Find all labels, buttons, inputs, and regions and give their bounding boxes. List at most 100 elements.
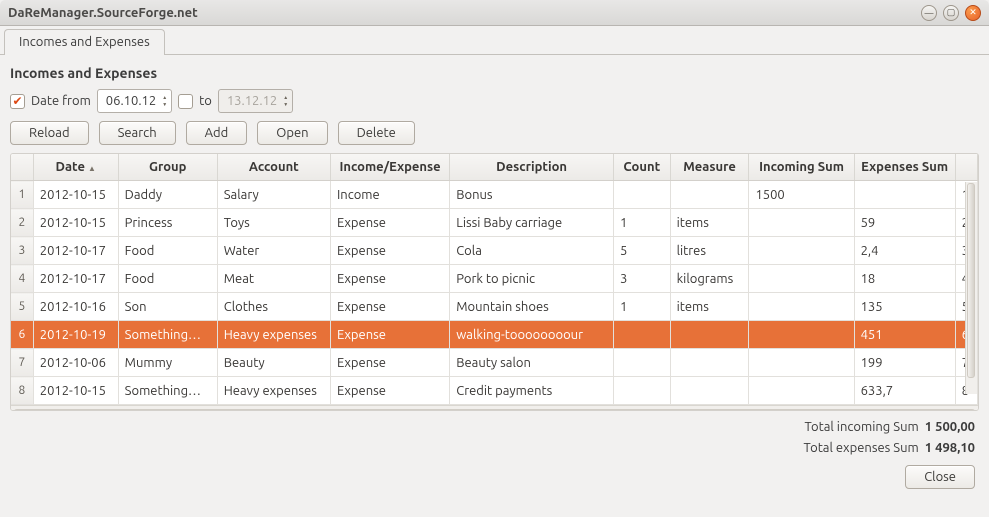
date-from-field[interactable]: 06.10.12 ▲▼ [97,89,172,113]
cell-measure: items [670,293,749,321]
cell-inc [749,349,854,377]
horizontal-scrollbar[interactable] [11,405,978,411]
cell-n: 8 [11,377,33,405]
cell-account: Salary [217,181,330,209]
cell-group: Mummy [118,349,217,377]
date-to-label: to [199,94,212,108]
cell-n: 7 [11,349,33,377]
close-window-button[interactable]: ✕ [965,5,981,21]
cell-date: 2012-10-17 [33,265,118,293]
cell-type: Expense [330,293,449,321]
cell-count: 1 [613,293,670,321]
cell-group: Something… [118,377,217,405]
close-button[interactable]: Close [905,465,975,489]
cell-exp: 135 [854,293,955,321]
page-title: Incomes and Expenses [0,55,989,85]
cell-date: 2012-10-19 [33,321,118,349]
cell-n: 5 [11,293,33,321]
date-to-field[interactable]: 13.12.12 ▲▼ [218,89,293,113]
date-from-spinner[interactable]: ▲▼ [160,94,169,108]
cell-desc: Bonus [450,181,614,209]
cell-measure: litres [670,237,749,265]
date-from-value: 06.10.12 [106,94,156,108]
date-to-checkbox[interactable] [178,94,193,109]
col-header[interactable]: Incoming Sum [749,154,854,181]
date-to-value: 13.12.12 [227,94,277,108]
cell-exp: 18 [854,265,955,293]
tab-incomes-expenses[interactable]: Incomes and Expenses [4,29,165,55]
cell-inc [749,293,854,321]
cell-account: Toys [217,209,330,237]
cell-n: 2 [11,209,33,237]
cell-account: Heavy expenses [217,321,330,349]
titlebar: DaReManager.SourceForge.net — ▢ ✕ [0,0,989,26]
cell-group: Daddy [118,181,217,209]
reload-button[interactable]: Reload [10,121,89,145]
table-row[interactable]: 22012-10-15PrincessToysExpenseLissi Baby… [11,209,978,237]
window-title: DaReManager.SourceForge.net [8,6,198,20]
cell-date: 2012-10-15 [33,377,118,405]
cell-exp [854,181,955,209]
col-header[interactable] [955,154,977,181]
col-header[interactable]: Income/Expense [330,154,449,181]
cell-type: Expense [330,377,449,405]
cell-date: 2012-10-15 [33,181,118,209]
cell-count [613,321,670,349]
data-table: Date▲GroupAccountIncome/ExpenseDescripti… [10,153,979,411]
table-row[interactable]: 82012-10-15Something…Heavy expensesExpen… [11,377,978,405]
cell-account: Clothes [217,293,330,321]
filter-row: ✔ Date from 06.10.12 ▲▼ to 13.12.12 ▲▼ [0,85,989,121]
cell-inc [749,377,854,405]
table-row[interactable]: 62012-10-19Something…Heavy expensesExpen… [11,321,978,349]
cell-account: Heavy expenses [217,377,330,405]
vertical-scrollbar[interactable] [965,182,977,394]
cell-date: 2012-10-16 [33,293,118,321]
total-expenses-label: Total expenses Sum [804,441,919,455]
col-header[interactable]: Group [118,154,217,181]
col-header[interactable]: Description [450,154,614,181]
col-header[interactable]: Expenses Sum [854,154,955,181]
cell-measure [670,321,749,349]
total-expenses-value: 1 498,10 [925,441,975,455]
cell-date: 2012-10-06 [33,349,118,377]
add-button[interactable]: Add [186,121,248,145]
delete-button[interactable]: Delete [338,121,415,145]
cell-inc [749,321,854,349]
search-button[interactable]: Search [99,121,176,145]
col-header[interactable]: Account [217,154,330,181]
cell-n: 4 [11,265,33,293]
cell-exp: 2,4 [854,237,955,265]
cell-n: 6 [11,321,33,349]
total-incoming-value: 1 500,00 [925,420,975,434]
col-header[interactable]: Date▲ [33,154,118,181]
table-row[interactable]: 52012-10-16SonClothesExpenseMountain sho… [11,293,978,321]
col-header[interactable]: Count [613,154,670,181]
minimize-button[interactable]: — [921,5,937,21]
col-rownum[interactable] [11,154,33,181]
tabbar: Incomes and Expenses [0,28,989,55]
cell-n: 3 [11,237,33,265]
cell-measure [670,181,749,209]
date-to-spinner[interactable]: ▲▼ [281,94,290,108]
cell-desc: Credit payments [450,377,614,405]
table-row[interactable]: 42012-10-17FoodMeatExpensePork to picnic… [11,265,978,293]
table-row[interactable]: 72012-10-06MummyBeautyExpenseBeauty salo… [11,349,978,377]
col-header[interactable]: Measure [670,154,749,181]
cell-inc [749,237,854,265]
cell-inc: 1500 [749,181,854,209]
table-row[interactable]: 32012-10-17FoodWaterExpenseCola5litres2,… [11,237,978,265]
open-button[interactable]: Open [257,121,327,145]
cell-date: 2012-10-15 [33,209,118,237]
cell-count: 3 [613,265,670,293]
total-incoming-label: Total incoming Sum [804,420,918,434]
cell-type: Expense [330,321,449,349]
cell-desc: Beauty salon [450,349,614,377]
cell-measure [670,377,749,405]
maximize-button[interactable]: ▢ [943,5,959,21]
date-from-checkbox[interactable]: ✔ [10,94,25,109]
cell-group: Something… [118,321,217,349]
table-row[interactable]: 12012-10-15DaddySalaryIncomeBonus15001 [11,181,978,209]
cell-inc [749,209,854,237]
cell-type: Expense [330,237,449,265]
cell-group: Food [118,237,217,265]
